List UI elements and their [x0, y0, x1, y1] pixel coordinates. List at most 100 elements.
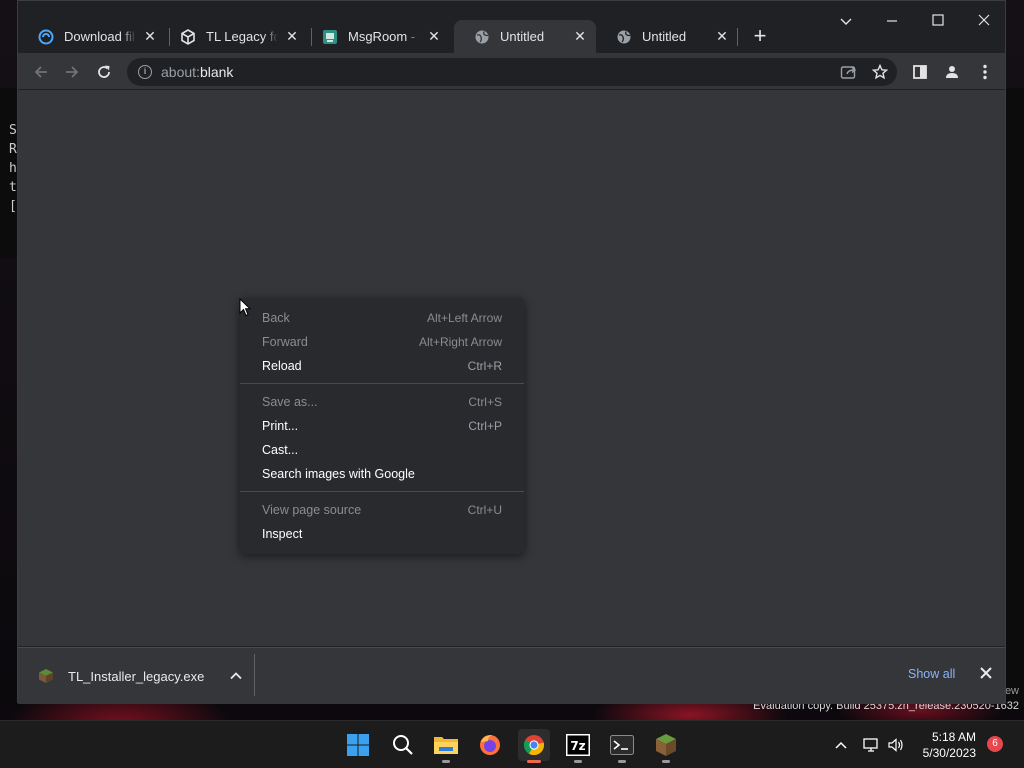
tab-separator	[737, 28, 738, 46]
menu-item-label: Cast...	[262, 443, 299, 457]
reload-icon[interactable]	[92, 60, 116, 84]
browser-toolbar: i about:blank	[18, 53, 1005, 90]
tab-title: Download file	[64, 29, 136, 44]
minimize-icon[interactable]	[877, 11, 907, 31]
tab-tl-legacy[interactable]: TL Legacy for I ✕	[160, 20, 308, 53]
firefox-icon[interactable]	[474, 729, 506, 761]
terminal-line: S	[9, 123, 17, 138]
menu-item-cast[interactable]: Cast...	[240, 438, 524, 462]
address-bar[interactable]: i about:blank	[127, 58, 897, 86]
menu-item-label: Search images with Google	[262, 467, 415, 481]
running-indicator	[442, 760, 450, 763]
menu-item-shortcut: Ctrl+S	[468, 395, 502, 409]
menu-item-label: View page source	[262, 503, 362, 517]
menu-item-shortcut: Ctrl+R	[467, 359, 502, 373]
terminal-line: [	[9, 199, 17, 214]
globe-icon	[616, 29, 632, 45]
tab-title: MsgRoom - W	[348, 29, 420, 44]
shelf-divider	[254, 654, 255, 696]
tab-strip: Download file ✕ TL Legacy for I ✕ MsgRoo…	[18, 1, 1005, 53]
globe-icon	[474, 29, 490, 45]
menu-item-label: Forward	[262, 335, 308, 349]
clock-time: 5:18 AM	[931, 730, 976, 744]
context-menu: Back Alt+Left Arrow Forward Alt+Right Arro…	[240, 298, 524, 554]
volume-icon[interactable]	[886, 735, 906, 755]
start-icon[interactable]	[342, 729, 374, 761]
url-scheme: about:	[161, 64, 200, 80]
file-explorer-icon[interactable]	[430, 729, 462, 763]
tab-close-icon[interactable]: ✕	[714, 28, 730, 44]
menu-item-view-source[interactable]: View page source Ctrl+U	[240, 498, 524, 522]
menu-item-shortcut: Ctrl+U	[467, 503, 502, 517]
running-indicator	[618, 760, 626, 763]
running-indicator	[662, 760, 670, 763]
terminal-line: t	[9, 180, 17, 195]
msgroom-icon	[322, 29, 338, 45]
network-icon[interactable]	[862, 735, 882, 755]
maximize-icon[interactable]	[923, 11, 953, 31]
menu-item-inspect[interactable]: Inspect	[240, 522, 524, 546]
mouse-cursor-icon	[239, 297, 252, 322]
terminal-line: R	[9, 142, 17, 157]
chevron-up-icon[interactable]	[228, 668, 244, 684]
terminal-icon[interactable]	[606, 729, 638, 763]
menu-item-label: Save as...	[262, 395, 318, 409]
forward-arrow-icon[interactable]	[60, 60, 84, 84]
download-shelf: TL_Installer_legacy.exe Show all	[18, 647, 1005, 704]
running-indicator	[574, 760, 582, 763]
tab-title: Untitled	[500, 29, 545, 44]
menu-item-forward[interactable]: Forward Alt+Right Arrow	[240, 330, 524, 354]
menu-item-search-images[interactable]: Search images with Google	[240, 462, 524, 486]
menu-item-shortcut: Alt+Right Arrow	[418, 335, 502, 349]
7zip-icon[interactable]: 7z	[562, 729, 594, 763]
system-clock[interactable]: 5:18 AM 5/30/2023	[914, 729, 976, 761]
tab-close-icon[interactable]: ✕	[284, 28, 300, 44]
tab-close-icon[interactable]: ✕	[572, 28, 588, 44]
new-tab-plus-icon[interactable]: +	[749, 25, 771, 47]
menu-item-shortcut: Alt+Left Arrow	[426, 311, 502, 325]
notification-badge[interactable]: 6	[987, 736, 1003, 752]
background-terminal-edge	[1006, 88, 1024, 708]
search-icon[interactable]	[387, 729, 419, 761]
menu-item-label: Reload	[262, 359, 302, 373]
clock-date: 5/30/2023	[922, 746, 976, 760]
minecraft-icon[interactable]	[650, 729, 682, 763]
profile-icon[interactable]	[940, 60, 964, 84]
show-all-link[interactable]: Show all	[908, 667, 955, 681]
site-info-icon[interactable]: i	[138, 65, 152, 79]
running-indicator	[527, 760, 541, 763]
taskbar: 7z 5:18 AM 5/30/2023	[0, 720, 1024, 768]
menu-item-back[interactable]: Back Alt+Left Arrow	[240, 306, 524, 330]
tab-close-icon[interactable]: ✕	[142, 28, 158, 44]
download-item[interactable]: TL_Installer_legacy.exe	[38, 662, 244, 690]
tab-msgroom[interactable]: MsgRoom - W ✕	[302, 20, 450, 53]
tab-untitled[interactable]: Untitled ✕	[596, 20, 738, 53]
menu-item-reload[interactable]: Reload Ctrl+R	[240, 354, 524, 378]
menu-item-label: Inspect	[262, 527, 303, 541]
menu-item-shortcut: Ctrl+P	[468, 419, 502, 433]
tab-untitled-active[interactable]: Untitled ✕	[454, 20, 596, 53]
bookmark-star-icon[interactable]	[868, 60, 892, 84]
address-url[interactable]: about:blank	[161, 64, 233, 80]
swirl-download-icon	[38, 29, 54, 45]
tab-download-file[interactable]: Download file ✕	[18, 20, 166, 53]
back-arrow-icon[interactable]	[29, 60, 53, 84]
more-menu-icon[interactable]	[973, 60, 997, 84]
menu-item-save-as[interactable]: Save as... Ctrl+S	[240, 390, 524, 414]
tab-title: TL Legacy for I	[206, 29, 278, 44]
menu-item-print[interactable]: Print... Ctrl+P	[240, 414, 524, 438]
tab-title: Untitled	[642, 29, 687, 44]
download-filename: TL_Installer_legacy.exe	[68, 668, 205, 684]
shelf-close-icon[interactable]	[979, 666, 995, 682]
tray-chevron-up-icon[interactable]	[831, 735, 851, 755]
chrome-icon[interactable]	[518, 729, 550, 763]
window-close-icon[interactable]	[969, 11, 999, 31]
side-panel-icon[interactable]	[908, 60, 932, 84]
tab-close-icon[interactable]: ✕	[426, 28, 442, 44]
url-host: blank	[199, 64, 234, 80]
tl-cube-icon	[180, 28, 196, 45]
share-icon[interactable]	[837, 60, 861, 84]
tab-search-chevron-icon[interactable]	[831, 11, 861, 31]
page-content[interactable]: Back Alt+Left Arrow Forward Alt+Right Arro…	[18, 90, 1005, 646]
menu-item-label: Print...	[262, 419, 299, 433]
